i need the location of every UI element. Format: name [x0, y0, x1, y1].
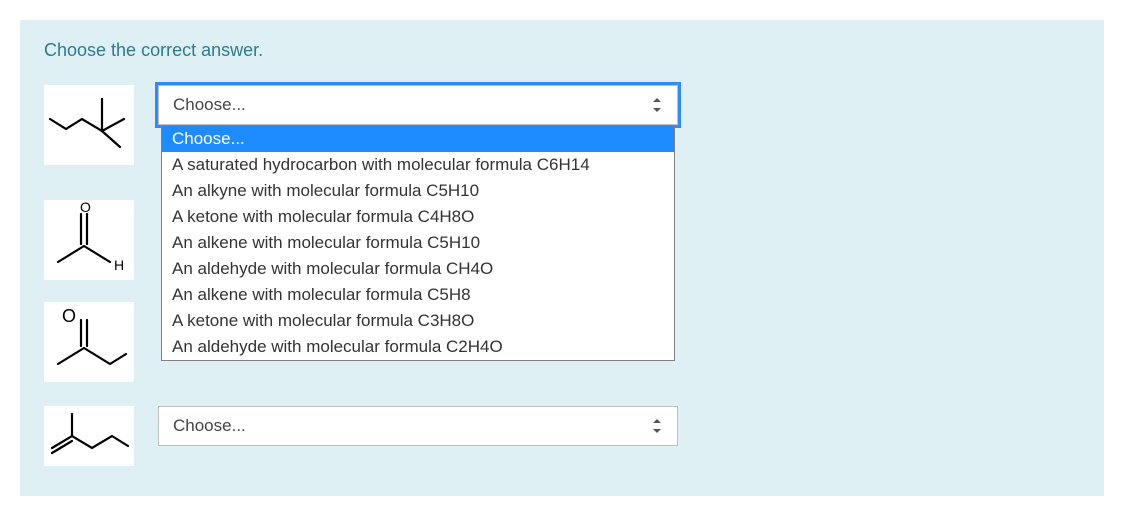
answer-row-2: O H — [44, 200, 134, 280]
dropdown-option[interactable]: An alkene with molecular formula C5H10 — [162, 230, 674, 256]
answer-row-3: O — [44, 302, 134, 382]
dropdown-list-1: Choose... A saturated hydrocarbon with m… — [161, 125, 675, 361]
dropdown-option[interactable]: A saturated hydrocarbon with molecular f… — [162, 152, 674, 178]
select-caret-icon — [653, 419, 663, 433]
question-prompt: Choose the correct answer. — [44, 40, 1080, 61]
dropdown-option[interactable]: An aldehyde with molecular formula C2H4O — [162, 334, 674, 360]
dropdown-option[interactable]: An aldehyde with molecular formula CH4O — [162, 256, 674, 282]
dropdown-option[interactable]: A ketone with molecular formula C3H8O — [162, 308, 674, 334]
answer-row-4: Choose... — [44, 406, 678, 466]
select-value-1: Choose... — [173, 95, 246, 115]
select-box-1[interactable]: Choose... — [158, 85, 678, 125]
select-wrap-1: Choose... Choose... A saturated hydrocar… — [158, 85, 678, 125]
select-wrap-4: Choose... — [158, 406, 678, 446]
select-box-4[interactable]: Choose... — [158, 406, 678, 446]
select-value-4: Choose... — [173, 416, 246, 436]
dropdown-option[interactable]: A ketone with molecular formula C4H8O — [162, 204, 674, 230]
molecule-thumb-4 — [44, 406, 134, 466]
answer-row-1: Choose... Choose... A saturated hydrocar… — [44, 85, 1080, 165]
question-panel: Choose the correct answer. Choose... — [20, 20, 1104, 496]
svg-text:O: O — [62, 306, 76, 326]
molecule-thumb-1 — [44, 85, 134, 165]
svg-text:O: O — [80, 200, 91, 215]
dropdown-option[interactable]: An alkyne with molecular formula C5H10 — [162, 178, 674, 204]
dropdown-option[interactable]: An alkene with molecular formula C5H8 — [162, 282, 674, 308]
select-caret-icon — [653, 98, 663, 112]
molecule-thumb-3: O — [44, 302, 134, 382]
svg-text:H: H — [114, 257, 124, 273]
dropdown-option[interactable]: Choose... — [162, 126, 674, 152]
molecule-thumb-2: O H — [44, 200, 134, 280]
